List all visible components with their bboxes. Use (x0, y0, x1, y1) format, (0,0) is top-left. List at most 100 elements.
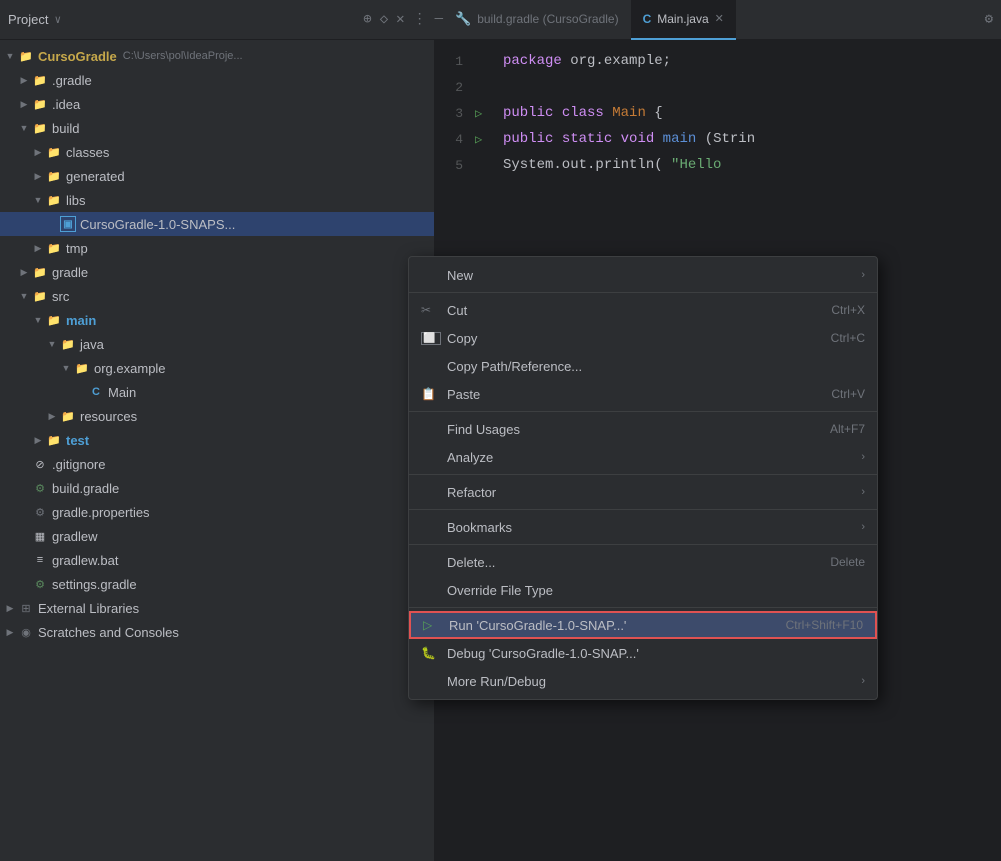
chevron-classes: ▶ (32, 146, 44, 158)
tree-item-settings-gradle[interactable]: ⚙ settings.gradle (0, 572, 434, 596)
tree-item-classes[interactable]: ▶ 📁 classes (0, 140, 434, 164)
tree-item-generated[interactable]: ▶ 📁 generated (0, 164, 434, 188)
line-content-5: System.out.println( "Hello (495, 157, 1001, 173)
chevron-generated: ▶ (32, 170, 44, 182)
close-icon[interactable]: ✕ (396, 11, 404, 28)
menu-item-paste[interactable]: 📋 Paste Ctrl+V (409, 380, 877, 408)
tree-item-tmp[interactable]: ▶ 📁 tmp (0, 236, 434, 260)
folder-icon-cursoGradle: 📁 (18, 48, 34, 64)
menu-label-override-type: Override File Type (447, 583, 865, 598)
more-icon[interactable]: ⋮ (413, 11, 427, 28)
tree-item-ext-libs[interactable]: ▶ ⊞ External Libraries (0, 596, 434, 620)
tree-item-build-gradle[interactable]: ⚙ build.gradle (0, 476, 434, 500)
tree-item-gradlew-bat[interactable]: ≡ gradlew.bat (0, 548, 434, 572)
more-run-arrow-icon: › (861, 675, 865, 687)
menu-label-copy: Copy (447, 331, 831, 346)
chevron-idea: ▶ (18, 98, 30, 110)
tree-item-gradlew[interactable]: ▦ gradlew (0, 524, 434, 548)
chevron-ext-libs: ▶ (4, 602, 16, 614)
label-cursoGradle: CursoGradle (38, 49, 117, 64)
menu-item-refactor[interactable]: Refactor › (409, 478, 877, 506)
label-ext-libs: External Libraries (38, 601, 139, 616)
paste-icon: 📋 (421, 387, 441, 401)
tab-gradle[interactable]: 🔧 build.gradle (CursoGradle) (443, 0, 631, 40)
tree-item-gradle[interactable]: ▶ 📁 gradle (0, 260, 434, 284)
tree-item-main-java[interactable]: C Main (0, 380, 434, 404)
menu-item-delete[interactable]: Delete... Delete (409, 548, 877, 576)
minimize-icon[interactable]: — (435, 11, 443, 28)
menu-item-new[interactable]: New › (409, 261, 877, 289)
tree-item-gradle-props[interactable]: ⚙ gradle.properties (0, 500, 434, 524)
label-gradlew: gradlew (52, 529, 98, 544)
folder-icon-test: 📁 (46, 432, 62, 448)
cut-shortcut: Ctrl+X (831, 303, 865, 317)
paste-shortcut: Ctrl+V (831, 387, 865, 401)
label-gradle: gradle (52, 265, 88, 280)
folder-icon-tmp: 📁 (46, 240, 62, 256)
tree-item-gradle-dir[interactable]: ▶ 📁 .gradle (0, 68, 434, 92)
code-line-4: 4 ▷ public static void main (Strin (435, 126, 1001, 152)
line-content-4: public static void main (Strin (495, 131, 1001, 147)
tree-item-java-dir[interactable]: ▼ 📁 java (0, 332, 434, 356)
tab-close-icon[interactable]: ✕ (715, 12, 724, 25)
menu-item-copy-path[interactable]: Copy Path/Reference... (409, 352, 877, 380)
label-libs: libs (66, 193, 86, 208)
label-gradlew-bat: gradlew.bat (52, 553, 119, 568)
editor-actions-icon[interactable]: ⚙ (985, 11, 993, 28)
tree-item-scratches[interactable]: ▶ ◉ Scratches and Consoles (0, 620, 434, 644)
chevron-test: ▶ (32, 434, 44, 446)
project-tree: ▼ 📁 CursoGradle C:\Users\pol\IdeaProje..… (0, 40, 435, 861)
menu-label-delete: Delete... (447, 555, 830, 570)
chevron-org-example: ▼ (60, 362, 72, 374)
line-num-2: 2 (435, 80, 475, 95)
tree-item-src[interactable]: ▼ 📁 src (0, 284, 434, 308)
tree-item-test[interactable]: ▶ 📁 test (0, 428, 434, 452)
folder-icon-main: 📁 (46, 312, 62, 328)
cut-icon: ✂ (421, 303, 441, 317)
menu-label-bookmarks: Bookmarks (447, 520, 853, 535)
tab-java[interactable]: C Main.java ✕ (631, 0, 736, 40)
menu-item-more-run[interactable]: More Run/Debug › (409, 667, 877, 695)
line-num-3: 3 (435, 106, 475, 121)
menu-item-analyze[interactable]: Analyze › (409, 443, 877, 471)
tree-item-jar[interactable]: ▣ CursoGradle-1.0-SNAPS... (0, 212, 434, 236)
label-settings-gradle: settings.gradle (52, 577, 137, 592)
refactor-arrow-icon: › (861, 486, 865, 498)
locate-icon[interactable]: ⊕ (363, 11, 371, 28)
tree-item-cursoGradle[interactable]: ▼ 📁 CursoGradle C:\Users\pol\IdeaProje..… (0, 44, 434, 68)
tree-item-resources[interactable]: ▶ 📁 resources (0, 404, 434, 428)
terminal-icon: ▦ (32, 528, 48, 544)
java-file-icon: C (88, 384, 104, 400)
project-chevron[interactable]: ∨ (54, 13, 61, 27)
collapse-icon[interactable]: ◇ (380, 11, 388, 28)
label-classes: classes (66, 145, 109, 160)
menu-item-find-usages[interactable]: Find Usages Alt+F7 (409, 415, 877, 443)
label-src: src (52, 289, 69, 304)
label-gradle-props: gradle.properties (52, 505, 150, 520)
menu-label-run: Run 'CursoGradle-1.0-SNAP...' (449, 618, 786, 633)
tree-item-idea[interactable]: ▶ 📁 .idea (0, 92, 434, 116)
menu-item-bookmarks[interactable]: Bookmarks › (409, 513, 877, 541)
context-menu: New › ✂ Cut Ctrl+X ⬜ Copy Ctrl+C Copy Pa… (408, 256, 878, 700)
path-cursoGradle: C:\Users\pol\IdeaProje... (123, 50, 243, 62)
java-tab-icon: C (643, 12, 652, 26)
tree-item-org-example[interactable]: ▼ 📁 org.example (0, 356, 434, 380)
tree-item-main[interactable]: ▼ 📁 main (0, 308, 434, 332)
tree-item-gitignore[interactable]: ⊘ .gitignore (0, 452, 434, 476)
tree-item-libs[interactable]: ▼ 📁 libs (0, 188, 434, 212)
run-arrow-4: ▷ (475, 132, 495, 147)
line-num-1: 1 (435, 54, 475, 69)
menu-item-debug[interactable]: 🐛 Debug 'CursoGradle-1.0-SNAP...' (409, 639, 877, 667)
menu-label-paste: Paste (447, 387, 831, 402)
menu-item-copy[interactable]: ⬜ Copy Ctrl+C (409, 324, 877, 352)
label-jar: CursoGradle-1.0-SNAPS... (80, 217, 235, 232)
tree-item-build[interactable]: ▼ 📁 build (0, 116, 434, 140)
menu-item-override-type[interactable]: Override File Type (409, 576, 877, 604)
chevron-libs: ▼ (32, 194, 44, 206)
bat-icon: ≡ (32, 552, 48, 568)
gitignore-icon: ⊘ (32, 456, 48, 472)
label-test: test (66, 433, 89, 448)
separator-6 (409, 607, 877, 608)
menu-item-run[interactable]: ▷ Run 'CursoGradle-1.0-SNAP...' Ctrl+Shi… (409, 611, 877, 639)
menu-item-cut[interactable]: ✂ Cut Ctrl+X (409, 296, 877, 324)
